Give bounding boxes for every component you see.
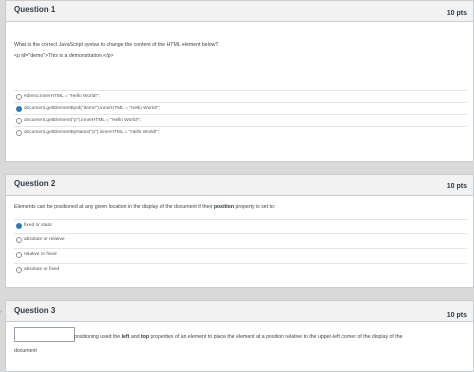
q1-answer-4[interactable]: document.getElementByName("p").innerHTML… [14,126,467,138]
prompt-text: property is set to: [234,204,276,210]
question-1-title: Question 1 [14,5,56,14]
answer-label: #demo.innerHTML = "Hello World!"; [24,94,100,99]
q1-answer-2[interactable]: document.getElementById("demo").innerHTM… [14,102,467,114]
question-3-card: Question 3 10 pts positioning used the l… [5,300,474,372]
prompt-bold-text: position [213,204,235,210]
q1-answer-1[interactable]: #demo.innerHTML = "Hello World!"; [14,90,467,102]
fill-in-blank-input[interactable] [14,327,75,342]
q2-answer-4[interactable]: absolute or fixed [14,263,467,275]
question-2-prompt: Elements can be positioned at any given … [14,204,275,210]
radio-button[interactable] [16,130,22,136]
radio-button[interactable] [16,252,22,258]
question-2-card: Question 2 10 pts Elements can be positi… [5,174,474,288]
answer-label: absolute or relative [24,237,65,242]
question-1-card: Question 1 10 pts What is the correct Ja… [5,0,474,162]
question-2-header: Question 2 10 pts [6,175,473,196]
answer-label: absolute or fixed [24,267,60,272]
question-3-prompt: positioning used the left and top proper… [74,334,402,340]
prompt-text: and [129,334,141,340]
q2-answer-1[interactable]: fixed or static [14,219,467,231]
radio-button-selected[interactable] [16,106,22,112]
radio-button[interactable] [16,118,22,124]
question-1-code: <p id="demo">This is a demonstration.</p… [14,53,114,59]
question-3-header: Question 3 10 pts [6,301,473,322]
answer-label: relative or fixed [24,252,57,257]
q2-answer-2[interactable]: absolute or relative [14,233,467,245]
prompt-text: positioning used the [74,334,122,340]
answer-label: document.getElementById("demo").innerHTM… [24,106,160,111]
radio-button[interactable] [16,267,22,273]
question-1-points: 10 pts [446,10,467,17]
question-3-points: 10 pts [446,312,467,319]
question-1-header: Question 1 10 pts [6,1,473,22]
question-3-title: Question 3 [14,306,56,315]
question-2-points: 10 pts [446,183,467,190]
bullet-marker: › [0,309,2,315]
radio-button-selected[interactable] [16,223,22,229]
question-2-title: Question 2 [14,179,56,188]
radio-button[interactable] [16,94,22,100]
prompt-text: properties of an element to place the el… [149,334,403,340]
answer-label: document.getElementByName("p").innerHTML… [24,130,160,135]
question-3-prompt-continued: document [14,348,37,354]
prompt-bold-top: top [140,334,149,340]
answer-label: fixed or static [24,223,53,228]
answer-label: document.getElement("p").innerHTML = "He… [24,118,142,123]
radio-button[interactable] [16,237,22,243]
q1-answer-3[interactable]: document.getElement("p").innerHTML = "He… [14,114,467,126]
question-1-prompt: What is the correct JavaScript syntax to… [14,42,219,48]
prompt-text: Elements can be positioned at any given … [14,204,214,210]
q2-answer-3[interactable]: relative or fixed [14,248,467,260]
